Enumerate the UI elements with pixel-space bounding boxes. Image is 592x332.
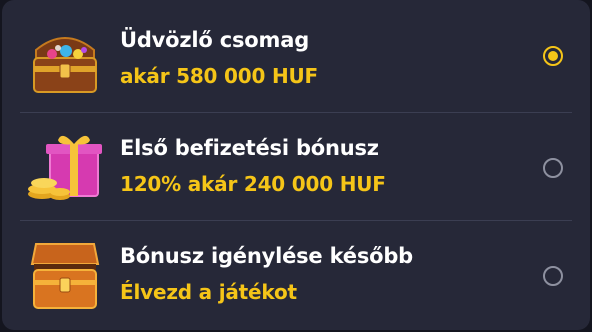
treasure-chest-gems-icon — [22, 20, 108, 98]
option-subtitle: akár 580 000 HUF — [120, 64, 318, 88]
radio-selected[interactable] — [543, 46, 563, 66]
option-subtitle: 120% akár 240 000 HUF — [120, 172, 386, 196]
bonus-options-panel: Üdvözlő csomag akár 580 000 HUF Első bef… — [2, 0, 590, 330]
option-first-deposit-bonus[interactable]: Első befizetési bónusz 120% akár 240 000… — [2, 112, 590, 220]
option-welcome-package[interactable]: Üdvözlő csomag akár 580 000 HUF — [2, 4, 590, 112]
treasure-chest-open-icon — [22, 236, 108, 314]
option-title: Bónusz igénylése később — [120, 244, 414, 268]
radio-unselected[interactable] — [543, 158, 563, 178]
option-claim-bonus-later[interactable]: Bónusz igénylése később Élvezd a játékot — [2, 220, 590, 328]
option-title: Első befizetési bónusz — [120, 136, 379, 160]
radio-unselected[interactable] — [543, 266, 563, 286]
option-title: Üdvözlő csomag — [120, 28, 310, 52]
radio-dot — [548, 51, 558, 61]
gift-box-coins-icon — [22, 128, 108, 206]
option-subtitle: Élvezd a játékot — [120, 280, 297, 304]
